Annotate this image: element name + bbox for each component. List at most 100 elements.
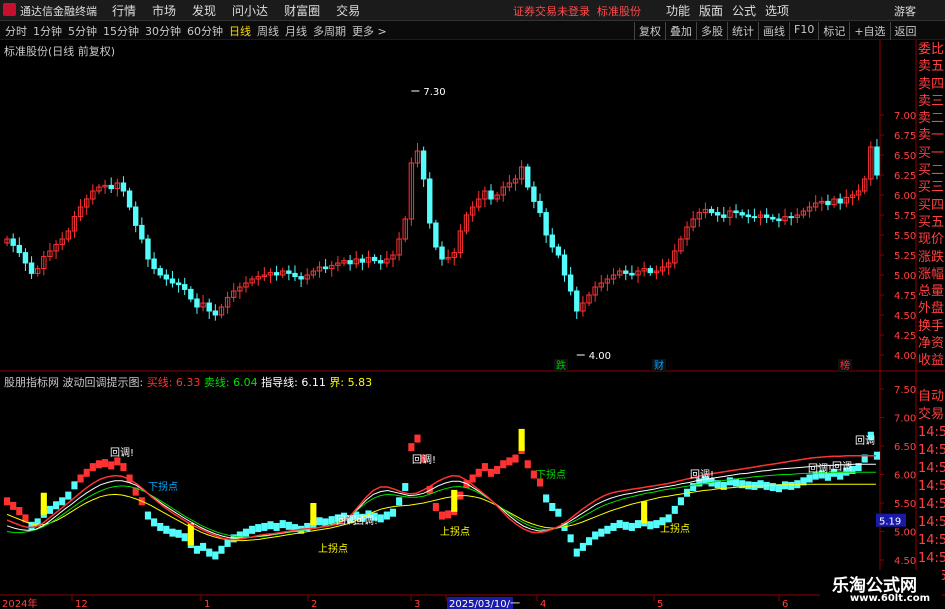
candle-body-91	[561, 254, 568, 276]
tab-5min[interactable]: 5分钟	[68, 23, 97, 39]
statistics-button[interactable]: 统计	[727, 22, 758, 40]
candle-body-54	[335, 262, 341, 266]
candle-body-31	[194, 298, 200, 308]
candle-body-129	[794, 214, 801, 218]
indicator-block-81	[500, 460, 507, 469]
price-tick-label-4: 6.00	[894, 191, 916, 202]
indicator-block-83	[512, 454, 519, 463]
candle-body-57	[353, 258, 359, 265]
quote-field-3: 卖三	[918, 93, 945, 109]
indicator-block-102	[628, 522, 635, 531]
guest-user[interactable]: 游客	[894, 3, 916, 19]
indicator-block-47	[291, 524, 299, 533]
candle-body-2	[16, 244, 23, 254]
candle-body-22	[139, 224, 145, 240]
tab-multi-period[interactable]: 多周期	[313, 23, 346, 39]
menu-item-function[interactable]: 功能	[666, 2, 690, 19]
candle-body-131	[806, 206, 813, 212]
restore-rights-button[interactable]: 复权	[634, 22, 665, 40]
menu-item-quotes[interactable]: 行情	[112, 2, 136, 19]
indicator-block-32	[200, 542, 207, 551]
indicator-block-139	[855, 463, 862, 472]
tab-timeshare[interactable]: 分时	[5, 23, 27, 39]
tab-daily[interactable]: 日线	[229, 23, 251, 39]
indicator-block-94	[579, 542, 586, 551]
watermark: 乐淘公式网 www.60lt.com	[820, 570, 942, 608]
indicator-block-56	[347, 514, 354, 523]
candle-body-118	[727, 210, 733, 218]
kline-chart[interactable]: 7.00 6.75 6.50 6.25 6.00 5.75 5.50 5.25 5.00 4.75…	[0, 0, 945, 609]
candle-body-92	[567, 274, 574, 292]
menu-item-discover[interactable]: 发现	[192, 2, 216, 19]
quote-field-11: 现价	[918, 232, 945, 248]
quote-field-8: 买三	[918, 180, 945, 196]
f10-button[interactable]: F10	[789, 22, 818, 40]
tab-15min[interactable]: 15分钟	[103, 23, 139, 39]
candle-body-5	[34, 268, 41, 274]
menu-item-formula[interactable]: 公式	[732, 2, 756, 19]
indicator-block-63	[389, 508, 397, 517]
candle-body-95	[586, 294, 592, 304]
tab-1min[interactable]: 1分钟	[33, 23, 62, 39]
back-button[interactable]: 返回	[889, 22, 921, 40]
candle-body-138	[849, 194, 856, 198]
price-tick-label-2: 6.50	[894, 151, 916, 162]
menu-item-market[interactable]: 市场	[152, 2, 176, 19]
period-tabs: 分时 1分钟 5分钟 15分钟 30分钟 60分钟 日线 周线 月线 多周期 更…	[5, 23, 387, 39]
candle-body-130	[800, 210, 807, 216]
indicator-block-137	[843, 467, 850, 476]
indicator-block-96	[592, 531, 599, 540]
tab-weekly[interactable]: 周线	[257, 23, 279, 39]
menu-item-wealth[interactable]: 财富圈	[284, 2, 320, 19]
menu-item-ask[interactable]: 问小达	[232, 2, 268, 19]
candle-body-41	[255, 276, 261, 280]
multi-stock-button[interactable]: 多股	[696, 22, 727, 40]
tab-30min[interactable]: 30分钟	[145, 23, 181, 39]
app-logo-icon	[3, 3, 16, 16]
indicator-block-77	[475, 468, 482, 477]
candle-body-39	[243, 282, 249, 288]
high-label: 7.30	[423, 87, 445, 98]
indicator-block-27	[169, 528, 176, 537]
candle-body-93	[574, 290, 580, 312]
candle-body-117	[721, 214, 727, 218]
menu-item-options[interactable]: 选项	[765, 2, 789, 19]
candle-body-83	[512, 178, 519, 184]
login-status[interactable]: 证券交易未登录 标准股份	[513, 3, 641, 19]
menu-item-trade[interactable]: 交易	[336, 2, 360, 19]
tab-more[interactable]: 更多 >	[352, 23, 387, 39]
tab-monthly[interactable]: 月线	[285, 23, 307, 39]
candle-body-103	[635, 270, 641, 276]
indicator-block-68	[420, 454, 427, 463]
candle-body-52	[322, 266, 329, 270]
candle-body-98	[604, 278, 611, 284]
quote-field-15: 外盘	[918, 301, 945, 317]
mark-button[interactable]: 标记	[818, 22, 849, 40]
candle-body-26	[163, 274, 170, 280]
indicator-block-24	[151, 518, 158, 527]
candle-body-44	[273, 272, 280, 276]
candle-body-58	[359, 258, 366, 263]
candle-body-36	[224, 296, 231, 308]
add-watchlist-button[interactable]: +自选	[849, 22, 889, 40]
candle-body-13	[83, 198, 90, 208]
sell-line	[7, 471, 876, 538]
candle-body-6	[41, 256, 47, 270]
candle-body-0	[4, 238, 10, 244]
menu-item-layout[interactable]: 版面	[699, 2, 723, 19]
overlay-button[interactable]: 叠加	[665, 22, 696, 40]
indicator-block-110	[677, 497, 684, 506]
indicator-block-18	[114, 457, 121, 466]
tab-60min[interactable]: 60分钟	[187, 23, 223, 39]
price-tick-label-3: 6.25	[894, 171, 916, 182]
indicator-block-33	[206, 548, 213, 557]
date-cursor-bg	[447, 597, 513, 609]
draw-line-button[interactable]: 画线	[758, 22, 789, 40]
candle-body-82	[506, 182, 513, 188]
indicator-block-69	[426, 485, 433, 494]
quote-field-13: 涨幅	[918, 266, 945, 282]
candle-body-37	[231, 290, 237, 298]
indicator-current-value: 5.19	[879, 517, 901, 528]
candle-body-27	[169, 278, 176, 284]
candle-body-48	[298, 276, 304, 280]
